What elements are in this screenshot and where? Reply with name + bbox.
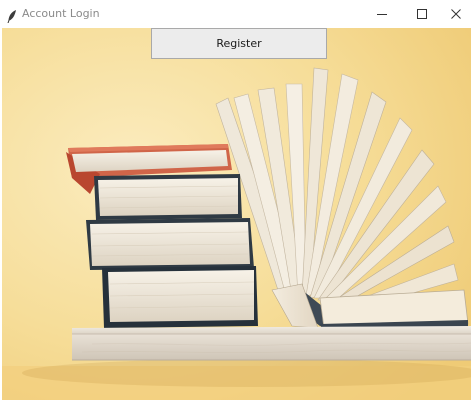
minimize-button[interactable] <box>362 0 402 28</box>
close-icon <box>450 9 461 19</box>
shelf <box>72 326 471 361</box>
window-content: Register <box>2 28 471 400</box>
window-title: Account Login <box>22 7 100 20</box>
close-button[interactable] <box>438 0 473 28</box>
maximize-button[interactable] <box>402 0 442 28</box>
feather-icon <box>7 8 17 23</box>
app-window: Account Login Register <box>0 0 473 402</box>
minimize-icon <box>377 14 387 15</box>
title-bar[interactable]: Account Login <box>0 0 473 28</box>
maximize-icon <box>417 9 427 19</box>
register-button[interactable]: Register <box>151 28 327 59</box>
background-image <box>2 28 471 400</box>
